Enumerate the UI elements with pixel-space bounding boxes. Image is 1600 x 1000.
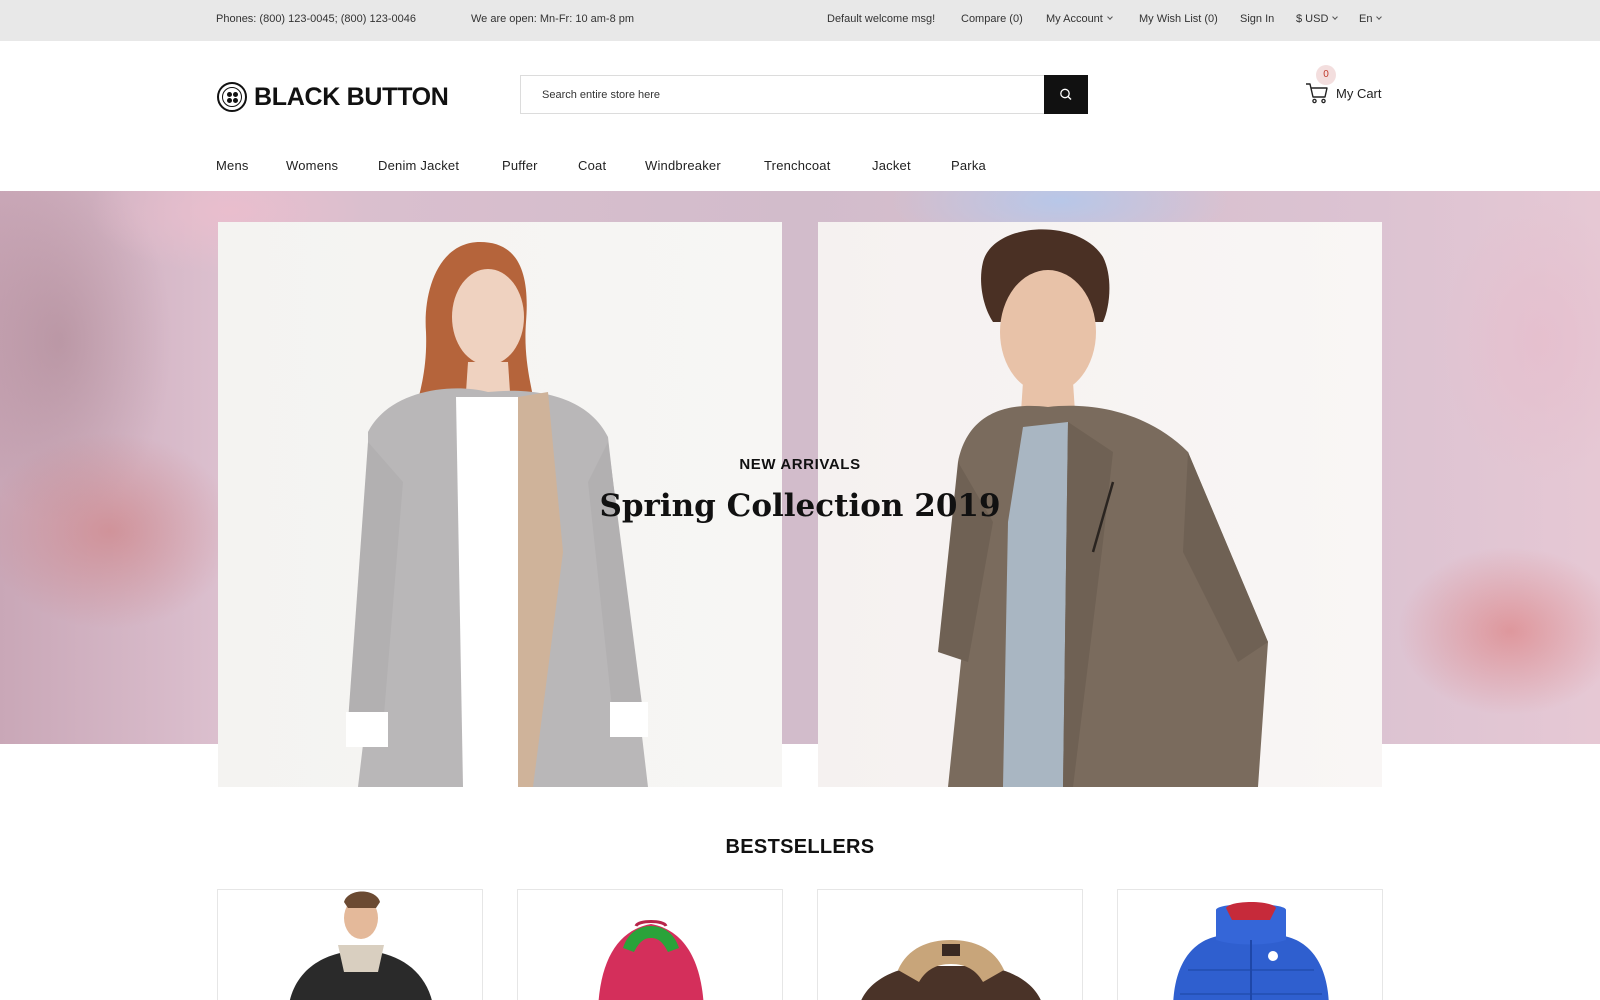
compare-link[interactable]: Compare (0) <box>961 0 1023 41</box>
sign-in-link[interactable]: Sign In <box>1240 0 1274 41</box>
bestsellers-heading: BESTSELLERS <box>725 836 875 858</box>
chevron-down-icon <box>1332 14 1339 20</box>
hero-title: Spring Collection 2019 <box>599 488 1001 524</box>
nav-item-womens[interactable]: Womens <box>286 158 378 180</box>
wishlist-link[interactable]: My Wish List (0) <box>1139 0 1218 41</box>
nav-item-parka[interactable]: Parka <box>951 158 1011 180</box>
chevron-down-icon <box>1107 14 1113 20</box>
product-card[interactable] <box>1117 889 1383 1000</box>
search-icon <box>1060 88 1072 100</box>
nav-item-denim-jacket[interactable]: Denim Jacket <box>378 158 502 180</box>
main-navigation: Mens Womens Denim Jacket Puffer Coat Win… <box>216 158 1011 180</box>
logo-text: BLACK BUTTON <box>254 82 449 111</box>
product-card[interactable] <box>817 889 1083 1000</box>
product-card[interactable] <box>517 889 783 1000</box>
search-button[interactable] <box>1044 75 1088 114</box>
language-dropdown[interactable]: En <box>1359 0 1383 41</box>
product-image-blue-puffer <box>1173 902 1329 1000</box>
nav-item-puffer[interactable]: Puffer <box>502 158 578 180</box>
product-image-pink-jacket <box>598 920 704 1000</box>
mini-cart[interactable]: 0 My Cart <box>1304 65 1384 108</box>
nav-item-windbreaker[interactable]: Windbreaker <box>645 158 764 180</box>
phones-text: Phones: (800) 123-0045; (800) 123-0046 <box>216 13 416 25</box>
my-account-label: My Account <box>1046 13 1103 25</box>
welcome-message: Default welcome msg! <box>827 13 936 25</box>
cart-count-badge: 0 <box>1316 65 1336 85</box>
opening-hours-text: We are open: Mn-Fr: 10 am-8 pm <box>471 13 635 25</box>
nav-item-jacket[interactable]: Jacket <box>872 158 951 180</box>
nav-item-trenchcoat[interactable]: Trenchcoat <box>764 158 872 180</box>
product-image-black-jacket <box>289 891 432 1000</box>
chevron-down-icon <box>1376 14 1383 20</box>
search-input[interactable] <box>521 76 1045 113</box>
top-bar: Phones: (800) 123-0045; (800) 123-0046 W… <box>0 0 1600 41</box>
hero-kicker: NEW ARRIVALS <box>739 456 861 473</box>
my-account-dropdown[interactable]: My Account <box>1046 0 1113 41</box>
site-logo[interactable]: BLACK BUTTON <box>217 82 449 112</box>
nav-item-coat[interactable]: Coat <box>578 158 645 180</box>
currency-dropdown[interactable]: $ USD <box>1296 0 1339 41</box>
language-label: En <box>1359 13 1373 25</box>
product-image-aviator-jacket <box>861 940 1041 1000</box>
product-card[interactable] <box>217 889 483 1000</box>
search-bar <box>520 75 1088 114</box>
cart-label: My Cart <box>1336 86 1382 101</box>
nav-item-mens[interactable]: Mens <box>216 158 286 180</box>
button-logo-icon <box>217 82 247 112</box>
currency-label: $ USD <box>1296 13 1329 25</box>
